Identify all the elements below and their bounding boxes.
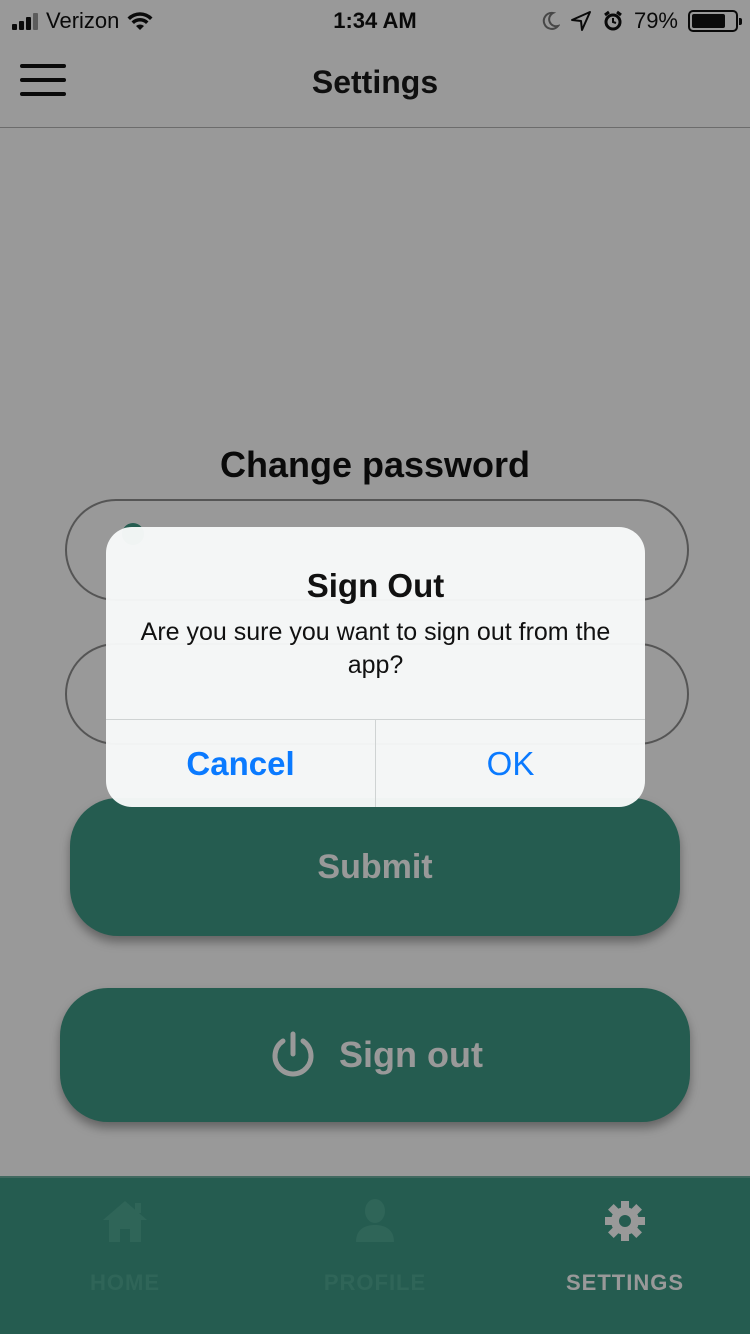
- alert-title: Sign Out: [306, 567, 445, 604]
- alert-message: Are you sure you want to sign out from t…: [140, 618, 611, 679]
- sign-out-alert: Sign Out Are you sure you want to sign o…: [106, 527, 645, 807]
- cancel-button[interactable]: Cancel: [106, 720, 375, 807]
- ok-button[interactable]: OK: [376, 720, 645, 807]
